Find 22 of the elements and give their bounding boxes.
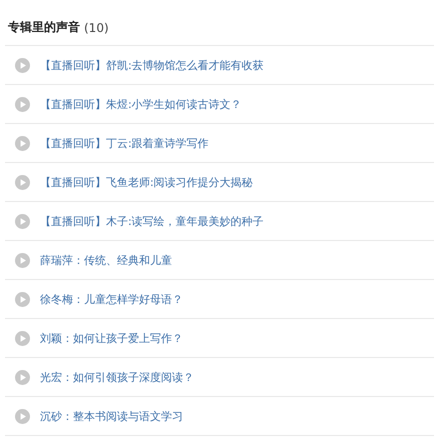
track-link[interactable]: 徐冬梅：儿童怎样学好母语？	[40, 292, 183, 306]
track-link[interactable]: 【直播回听】飞鱼老师:阅读习作提分大揭秘	[40, 174, 253, 190]
play-icon[interactable]	[15, 214, 30, 228]
play-icon[interactable]	[15, 136, 30, 150]
section-title: 专辑里的声音	[8, 19, 80, 36]
track-link[interactable]: 薛瑞萍：传统、经典和儿童	[40, 252, 172, 268]
track-count: (10)	[84, 20, 109, 34]
play-icon[interactable]	[15, 370, 30, 384]
play-icon[interactable]	[15, 330, 30, 346]
play-icon[interactable]	[15, 252, 30, 268]
play-icon[interactable]	[15, 58, 30, 72]
track-link[interactable]: 【直播回听】舒凯:去博物馆怎么看才能有收获	[40, 58, 264, 72]
track-link[interactable]: 光宏：如何引领孩子深度阅读？	[40, 370, 194, 384]
play-icon[interactable]	[15, 96, 30, 112]
track-link[interactable]: 刘颖：如何让孩子爱上写作？	[40, 330, 183, 346]
play-icon[interactable]	[15, 292, 30, 306]
track-link[interactable]: 【直播回听】木子:读写绘，童年最美妙的种子	[40, 214, 264, 228]
track-link[interactable]: 【直播回听】朱煜:小学生如何读古诗文？	[40, 96, 242, 112]
track-link[interactable]: 沉砂：整本书阅读与语文学习	[40, 408, 183, 424]
play-icon[interactable]	[15, 174, 30, 190]
play-icon[interactable]	[15, 408, 30, 424]
track-link[interactable]: 【直播回听】丁云:跟着童诗学写作	[40, 136, 209, 150]
